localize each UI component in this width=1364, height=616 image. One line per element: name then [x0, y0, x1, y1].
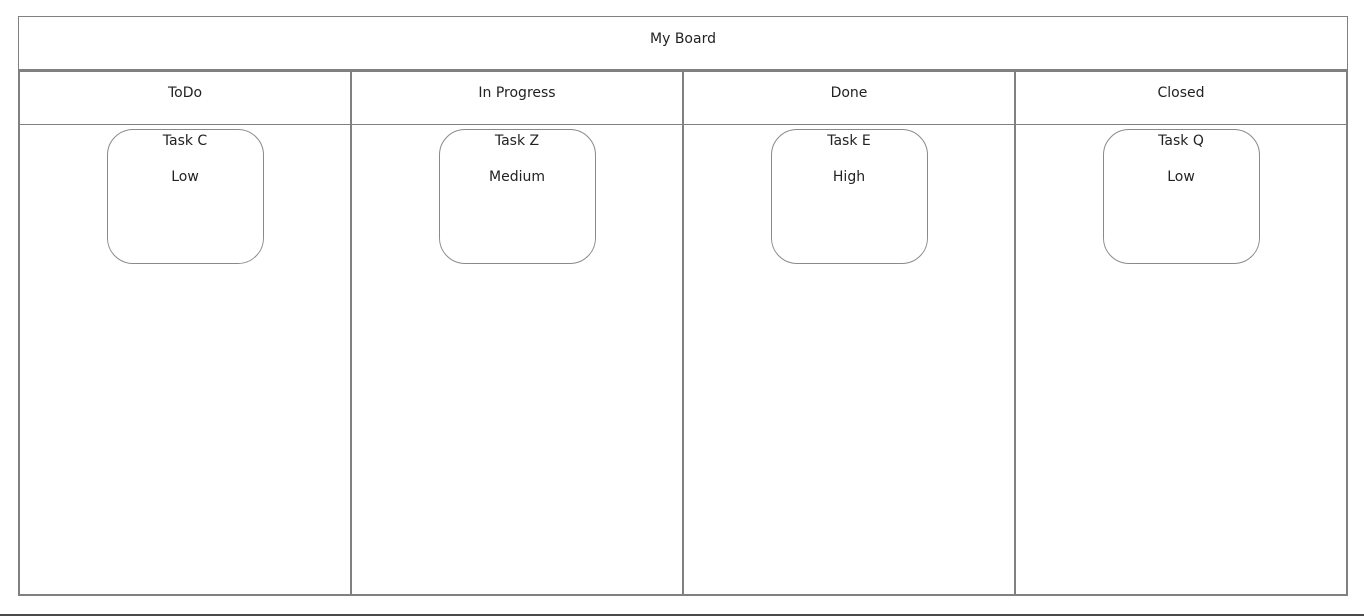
column-done: Done Task E High	[682, 72, 1014, 594]
task-card[interactable]: Task Q Low	[1102, 129, 1260, 264]
column-in-progress: In Progress Task Z Medium	[350, 72, 682, 594]
column-header-in-progress: In Progress	[352, 72, 682, 125]
column-closed: Closed Task Q Low	[1014, 72, 1346, 594]
column-header-closed: Closed	[1016, 72, 1346, 125]
task-priority: High	[832, 169, 866, 185]
column-header-todo: ToDo	[20, 72, 350, 125]
task-title: Task Q	[1158, 133, 1204, 149]
task-card[interactable]: Task Z Medium	[438, 129, 596, 264]
card-list: Task Q Low	[1016, 125, 1346, 264]
task-priority: Medium	[489, 169, 545, 185]
column-header-done: Done	[684, 72, 1014, 125]
task-title: Task E	[827, 133, 871, 149]
card-list: Task C Low	[20, 125, 350, 264]
task-card[interactable]: Task E High	[770, 129, 928, 264]
kanban-board: My Board ToDo Task C Low In Progress Tas…	[18, 16, 1348, 596]
task-title: Task Z	[494, 133, 540, 149]
task-priority: Low	[1167, 169, 1195, 185]
task-title: Task C	[162, 133, 208, 149]
card-list: Task Z Medium	[352, 125, 682, 264]
task-card[interactable]: Task C Low	[106, 129, 264, 264]
board-title: My Board	[18, 16, 1348, 70]
task-priority: Low	[171, 169, 199, 185]
column-todo: ToDo Task C Low	[20, 72, 350, 594]
board-columns: ToDo Task C Low In Progress Task Z Mediu…	[18, 70, 1348, 596]
card-list: Task E High	[684, 125, 1014, 264]
